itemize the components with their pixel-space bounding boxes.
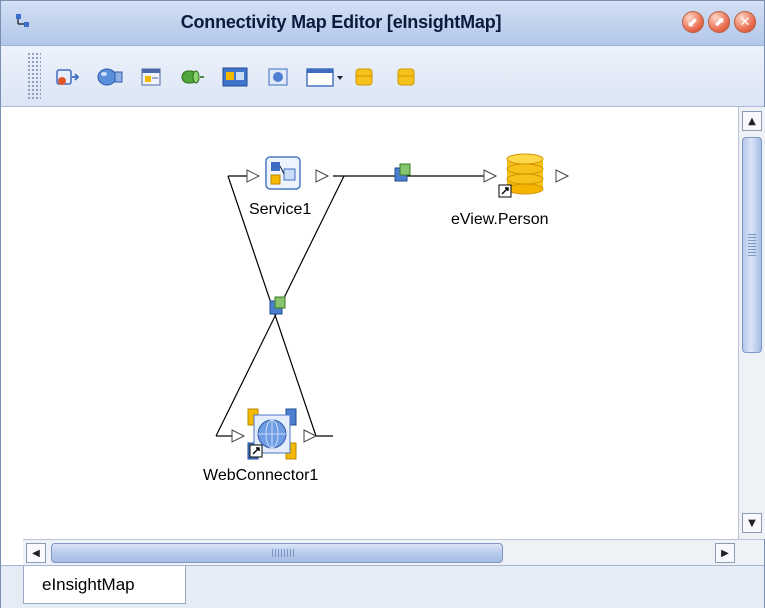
service-icon[interactable] [264, 155, 304, 193]
external-application-icon[interactable] [96, 64, 124, 90]
window-title: Connectivity Map Editor [eInsightMap] [180, 12, 502, 32]
window-dropdown-icon[interactable] [305, 64, 345, 90]
connectivity-map-window: Connectivity Map Editor [eInsightMap] ⬋ … [0, 0, 765, 608]
toolbar-grip[interactable] [27, 52, 41, 100]
toolbar [1, 46, 764, 107]
vertical-scroll-thumb[interactable] [742, 137, 762, 353]
scroll-grip [272, 549, 294, 557]
database-icon[interactable] [350, 64, 378, 90]
scroll-up-button[interactable]: ▲ [742, 111, 762, 131]
connector-icon[interactable] [269, 296, 286, 315]
connector-icon[interactable] [394, 163, 411, 182]
tab-einsightmap[interactable]: eInsightMap [23, 566, 186, 604]
title-bar[interactable]: Connectivity Map Editor [eInsightMap] ⬋ … [1, 1, 764, 46]
business-process-icon[interactable] [137, 64, 165, 90]
web-connector-icon[interactable] [264, 64, 292, 90]
new-collaboration-icon[interactable] [53, 64, 81, 90]
close-icon[interactable]: ✕ [734, 11, 756, 33]
web-application-icon[interactable] [221, 64, 249, 90]
tab-bar: eInsightMap [1, 565, 764, 608]
minimize-icon[interactable]: ⬋ [682, 11, 704, 33]
maximize-icon[interactable]: ⬈ [708, 11, 730, 33]
service-label[interactable]: Service1 [249, 201, 311, 219]
horizontal-scrollbar[interactable]: ◀ ▶ [23, 539, 764, 566]
scroll-left-button[interactable]: ◀ [26, 543, 46, 563]
eview-label[interactable]: eView.Person [451, 211, 549, 229]
horizontal-scroll-thumb[interactable] [51, 543, 503, 563]
web-connector-icon[interactable] [244, 407, 302, 463]
database-icon[interactable] [497, 153, 547, 199]
scroll-down-button[interactable]: ▼ [742, 513, 762, 533]
map-canvas[interactable]: Service1 eView.Person WebConnector1 [23, 107, 738, 539]
database-icon[interactable] [392, 64, 420, 90]
webconnector-label[interactable]: WebConnector1 [203, 467, 318, 485]
scroll-grip [748, 234, 756, 256]
scroll-right-button[interactable]: ▶ [715, 543, 735, 563]
left-margin [1, 107, 23, 565]
topic-icon[interactable] [178, 64, 206, 90]
connection-lines [215, 163, 570, 443]
vertical-scrollbar[interactable]: ▲ ▼ [738, 107, 765, 539]
